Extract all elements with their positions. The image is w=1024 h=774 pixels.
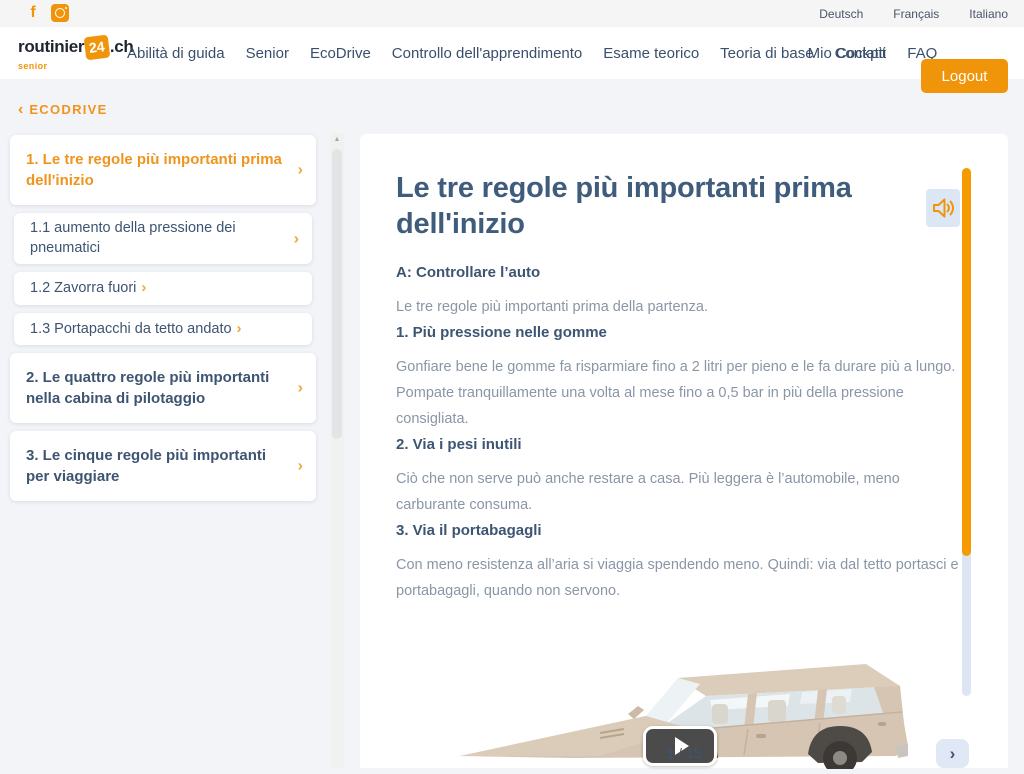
nav-item-abilita-di-guida[interactable]: Abilità di guida bbox=[127, 45, 225, 62]
sidebar-item-label: 3. Le cinque regole più importanti per v… bbox=[26, 447, 266, 485]
chevron-right-icon bbox=[294, 229, 299, 249]
scroll-up-arrow-icon[interactable] bbox=[330, 136, 344, 143]
audio-readaloud-button[interactable] bbox=[926, 189, 960, 227]
sidebar-item-1-3[interactable]: 1.3 Portapacchi da tetto andato bbox=[14, 313, 312, 346]
breadcrumb[interactable]: ECODRIVE bbox=[18, 101, 108, 119]
sidebar-item-label: 1.3 Portapacchi da tetto andato bbox=[30, 321, 232, 337]
sidebar-item-1-2[interactable]: 1.2 Zavorra fuori bbox=[14, 272, 312, 305]
section-body-a: Le tre regole più importanti prima della… bbox=[396, 294, 964, 320]
logo-text-1: routinier bbox=[18, 37, 84, 56]
section-body-3: Con meno resistenza all’aria si viaggia … bbox=[396, 552, 964, 604]
sidebar-item-label: 1. Le tre regole più importanti prima de… bbox=[26, 151, 282, 189]
logo-subtitle: senior bbox=[18, 56, 134, 76]
logout-button[interactable]: Logout bbox=[921, 59, 1008, 93]
lesson-content-panel: Le tre regole più importanti prima dell'… bbox=[360, 134, 1008, 768]
section-heading-3: 3. Via il portabagagli bbox=[396, 522, 961, 540]
sidebar-item-2[interactable]: 2. Le quattro regole più importanti nell… bbox=[10, 353, 316, 423]
sidebar-item-3[interactable]: 3. Le cinque regole più importanti per v… bbox=[10, 431, 316, 501]
content-scrollbar-thumb[interactable] bbox=[962, 168, 971, 556]
section-heading-a: A: Controllare l’auto bbox=[396, 264, 961, 282]
section-heading-2: 2. Via i pesi inutili bbox=[396, 436, 961, 454]
logo[interactable]: routinier24.ch senior bbox=[18, 36, 134, 76]
sidebar-item-1-1[interactable]: 1.1 aumento della pressione dei pneumati… bbox=[14, 213, 312, 264]
instagram-icon[interactable] bbox=[51, 4, 69, 22]
nav-item-controllo-apprendimento[interactable]: Controllo dell'apprendimento bbox=[392, 45, 582, 62]
sidebar-scrollbar[interactable] bbox=[330, 133, 344, 768]
main-navbar: routinier24.ch senior Abilità di guida S… bbox=[0, 27, 1024, 79]
sidebar-item-label: 2. Le quattro regole più importanti nell… bbox=[26, 369, 269, 407]
page-title: Le tre regole più importanti prima dell'… bbox=[396, 170, 916, 242]
top-utility-bar: f Deutsch Français Italiano bbox=[0, 0, 1024, 27]
next-page-button[interactable] bbox=[936, 739, 969, 768]
lang-deutsch[interactable]: Deutsch bbox=[819, 7, 863, 21]
nav-item-ecodrive[interactable]: EcoDrive bbox=[310, 45, 371, 62]
chevron-right-icon bbox=[298, 378, 303, 399]
nav-item-teoria-di-base[interactable]: Teoria di base bbox=[720, 45, 813, 62]
facebook-icon[interactable]: f bbox=[24, 4, 42, 22]
nav-item-esame-teorico[interactable]: Esame teorico bbox=[603, 45, 699, 62]
lang-italiano[interactable]: Italiano bbox=[969, 7, 1008, 21]
section-body-2: Ciò che non serve può anche restare a ca… bbox=[396, 466, 964, 518]
sidebar-scrollbar-thumb[interactable] bbox=[332, 149, 342, 439]
back-chevron-icon bbox=[18, 102, 29, 117]
chevron-right-icon bbox=[298, 456, 303, 477]
sidebar-item-label: 1.2 Zavorra fuori bbox=[30, 280, 136, 296]
breadcrumb-label: ECODRIVE bbox=[29, 102, 107, 117]
section-heading-1: 1. Più pressione nelle gomme bbox=[396, 324, 961, 342]
chevron-right-icon bbox=[141, 279, 146, 296]
section-body-1: Gonfiare bene le gomme fa risparmiare fi… bbox=[396, 354, 964, 432]
logo-badge-24: 24 bbox=[84, 35, 110, 61]
lesson-sidebar: 1. Le tre regole più importanti prima de… bbox=[10, 135, 316, 509]
language-switcher: Deutsch Français Italiano bbox=[819, 0, 1008, 27]
nav-item-senior[interactable]: Senior bbox=[246, 45, 289, 62]
lang-francais[interactable]: Français bbox=[893, 7, 939, 21]
nav-item-mio-cockpit[interactable]: Mio Cockpit bbox=[808, 27, 886, 79]
chevron-right-icon bbox=[237, 320, 242, 337]
sidebar-item-1[interactable]: 1. Le tre regole più importanti prima de… bbox=[10, 135, 316, 205]
sidebar-item-label: 1.1 aumento della pressione dei pneumati… bbox=[30, 220, 236, 256]
chevron-right-icon bbox=[298, 160, 303, 181]
speaker-icon bbox=[930, 195, 956, 221]
page-counter: 1 / 15 bbox=[360, 745, 1008, 761]
